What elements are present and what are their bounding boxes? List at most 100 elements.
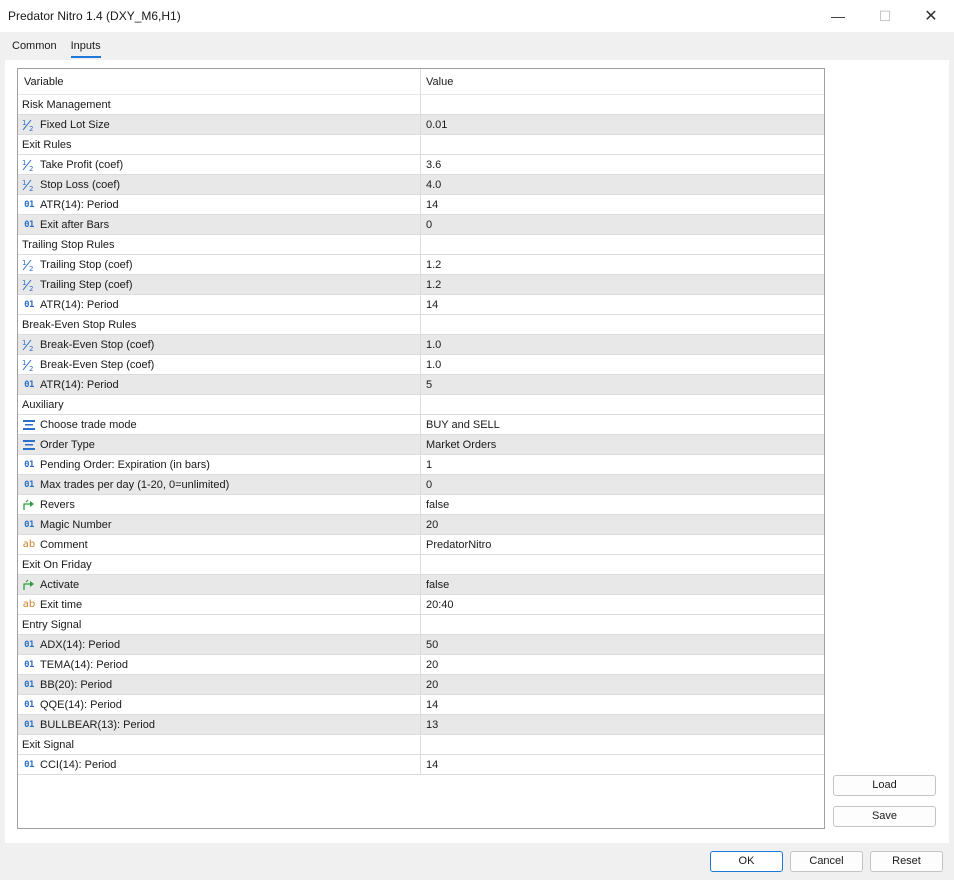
value-cell[interactable]: 0 xyxy=(421,475,824,494)
value-cell[interactable]: 5 xyxy=(421,375,824,394)
variable-cell: 01 CCI(14): Period xyxy=(18,755,421,774)
value-cell[interactable]: 14 xyxy=(421,195,824,214)
load-button[interactable]: Load xyxy=(833,775,936,796)
variable-cell: 01 BULLBEAR(13): Period xyxy=(18,715,421,734)
variable-cell: 01 BB(20): Period xyxy=(18,675,421,694)
param-row[interactable]: 1 2 Break-Even Stop (coef) 1.0 xyxy=(18,335,824,355)
bool-icon xyxy=(21,578,37,592)
param-row[interactable]: Revers false xyxy=(18,495,824,515)
value-cell[interactable]: 1 xyxy=(421,455,824,474)
variable-name: Exit after Bars xyxy=(40,218,110,231)
variable-cell: 01 Exit after Bars xyxy=(18,215,421,234)
value-cell[interactable]: 20:40 xyxy=(421,595,824,614)
cancel-button[interactable]: Cancel xyxy=(790,851,863,872)
tab-inputs[interactable]: Inputs xyxy=(70,40,101,58)
variable-name: Comment xyxy=(40,538,88,551)
param-row[interactable]: Order Type Market Orders xyxy=(18,435,824,455)
param-row[interactable]: 01 Magic Number 20 xyxy=(18,515,824,535)
value-cell[interactable]: 50 xyxy=(421,635,824,654)
maximize-button[interactable]: ☐ xyxy=(862,0,908,32)
variable-cell: ab Exit time xyxy=(18,595,421,614)
value-cell[interactable]: false xyxy=(421,495,824,514)
svg-text:2: 2 xyxy=(29,365,33,372)
value-cell[interactable]: 1.0 xyxy=(421,355,824,374)
integer-icon: 01 xyxy=(24,659,34,670)
ok-button[interactable]: OK xyxy=(710,851,783,872)
param-row[interactable]: Choose trade mode BUY and SELL xyxy=(18,415,824,435)
double-icon: 12 xyxy=(21,278,37,292)
inputs-grid: Variable Value Risk Management 1 2 Fixed Lo… xyxy=(17,68,825,829)
value-cell[interactable]: 14 xyxy=(421,695,824,714)
group-label: Auxiliary xyxy=(22,398,64,411)
svg-text:2: 2 xyxy=(29,265,33,272)
value-cell[interactable]: 4.0 xyxy=(421,175,824,194)
value-cell[interactable]: 14 xyxy=(421,295,824,314)
enum-icon xyxy=(21,418,37,432)
param-row[interactable]: 1 2 Take Profit (coef) 3.6 xyxy=(18,155,824,175)
value-cell[interactable]: BUY and SELL xyxy=(421,415,824,434)
param-row[interactable]: 01 ATR(14): Period 14 xyxy=(18,295,824,315)
integer-icon: 01 xyxy=(24,719,34,730)
value-cell[interactable]: 20 xyxy=(421,515,824,534)
value-cell xyxy=(421,135,824,154)
param-row[interactable]: 01 TEMA(14): Period 20 xyxy=(18,655,824,675)
value-cell[interactable]: 0.01 xyxy=(421,115,824,134)
variable-name: ADX(14): Period xyxy=(40,638,121,651)
save-button[interactable]: Save xyxy=(833,806,936,827)
value-cell[interactable]: Market Orders xyxy=(421,435,824,454)
variable-cell: 01 Magic Number xyxy=(18,515,421,534)
svg-text:2: 2 xyxy=(29,185,33,192)
param-row[interactable]: Activate false xyxy=(18,575,824,595)
param-row[interactable]: 01 ADX(14): Period 50 xyxy=(18,635,824,655)
double-icon: 12 xyxy=(21,158,37,172)
value-cell[interactable]: 1.2 xyxy=(421,275,824,294)
variable-cell: 01 Pending Order: Expiration (in bars) xyxy=(18,455,421,474)
param-row[interactable]: 01 BB(20): Period 20 xyxy=(18,675,824,695)
param-row[interactable]: 01 CCI(14): Period 14 xyxy=(18,755,824,775)
param-row[interactable]: ab Exit time 20:40 xyxy=(18,595,824,615)
value-cell[interactable]: 20 xyxy=(421,655,824,674)
variable-cell: 01 ATR(14): Period xyxy=(18,375,421,394)
param-row[interactable]: 1 2 Break-Even Step (coef) 1.0 xyxy=(18,355,824,375)
param-row[interactable]: 01 ATR(14): Period 5 xyxy=(18,375,824,395)
variable-name: Magic Number xyxy=(40,518,112,531)
value-cell xyxy=(421,395,824,414)
variable-cell: Risk Management xyxy=(18,95,421,114)
value-cell[interactable]: 1.0 xyxy=(421,335,824,354)
param-row[interactable]: 01 Max trades per day (1-20, 0=unlimited)… xyxy=(18,475,824,495)
value-cell xyxy=(421,615,824,634)
param-row[interactable]: 01 Exit after Bars 0 xyxy=(18,215,824,235)
value-cell[interactable]: 0 xyxy=(421,215,824,234)
tab-common[interactable]: Common xyxy=(12,40,57,58)
value-cell[interactable]: false xyxy=(421,575,824,594)
variable-cell: 01 TEMA(14): Period xyxy=(18,655,421,674)
value-cell[interactable]: 20 xyxy=(421,675,824,694)
column-header-variable[interactable]: Variable xyxy=(18,69,421,94)
minimize-button[interactable]: — xyxy=(815,0,861,32)
variable-cell: 01 Max trades per day (1-20, 0=unlimited) xyxy=(18,475,421,494)
param-row[interactable]: 1 2 Trailing Step (coef) 1.2 xyxy=(18,275,824,295)
param-row[interactable]: 1 2 Stop Loss (coef) 4.0 xyxy=(18,175,824,195)
value-cell[interactable]: 14 xyxy=(421,755,824,774)
param-row[interactable]: 01 ATR(14): Period 14 xyxy=(18,195,824,215)
param-row[interactable]: 1 2 Fixed Lot Size 0.01 xyxy=(18,115,824,135)
value-cell[interactable]: 3.6 xyxy=(421,155,824,174)
reset-button[interactable]: Reset xyxy=(870,851,943,872)
double-icon: 12 xyxy=(21,258,37,272)
close-button[interactable]: ✕ xyxy=(908,0,954,32)
variable-cell: Exit Signal xyxy=(18,735,421,754)
variable-cell: 1 2 Break-Even Step (coef) xyxy=(18,355,421,374)
group-row: Exit Signal xyxy=(18,735,824,755)
variable-cell: 01 QQE(14): Period xyxy=(18,695,421,714)
param-row[interactable]: 01 QQE(14): Period 14 xyxy=(18,695,824,715)
param-row[interactable]: 01 BULLBEAR(13): Period 13 xyxy=(18,715,824,735)
param-row[interactable]: ab Comment PredatorNitro xyxy=(18,535,824,555)
param-row[interactable]: 01 Pending Order: Expiration (in bars) 1 xyxy=(18,455,824,475)
value-cell[interactable]: 13 xyxy=(421,715,824,734)
integer-icon: 01 xyxy=(24,679,34,690)
integer-icon: 01 xyxy=(24,519,34,530)
value-cell[interactable]: PredatorNitro xyxy=(421,535,824,554)
param-row[interactable]: 1 2 Trailing Stop (coef) 1.2 xyxy=(18,255,824,275)
column-header-value[interactable]: Value xyxy=(421,69,824,94)
value-cell[interactable]: 1.2 xyxy=(421,255,824,274)
